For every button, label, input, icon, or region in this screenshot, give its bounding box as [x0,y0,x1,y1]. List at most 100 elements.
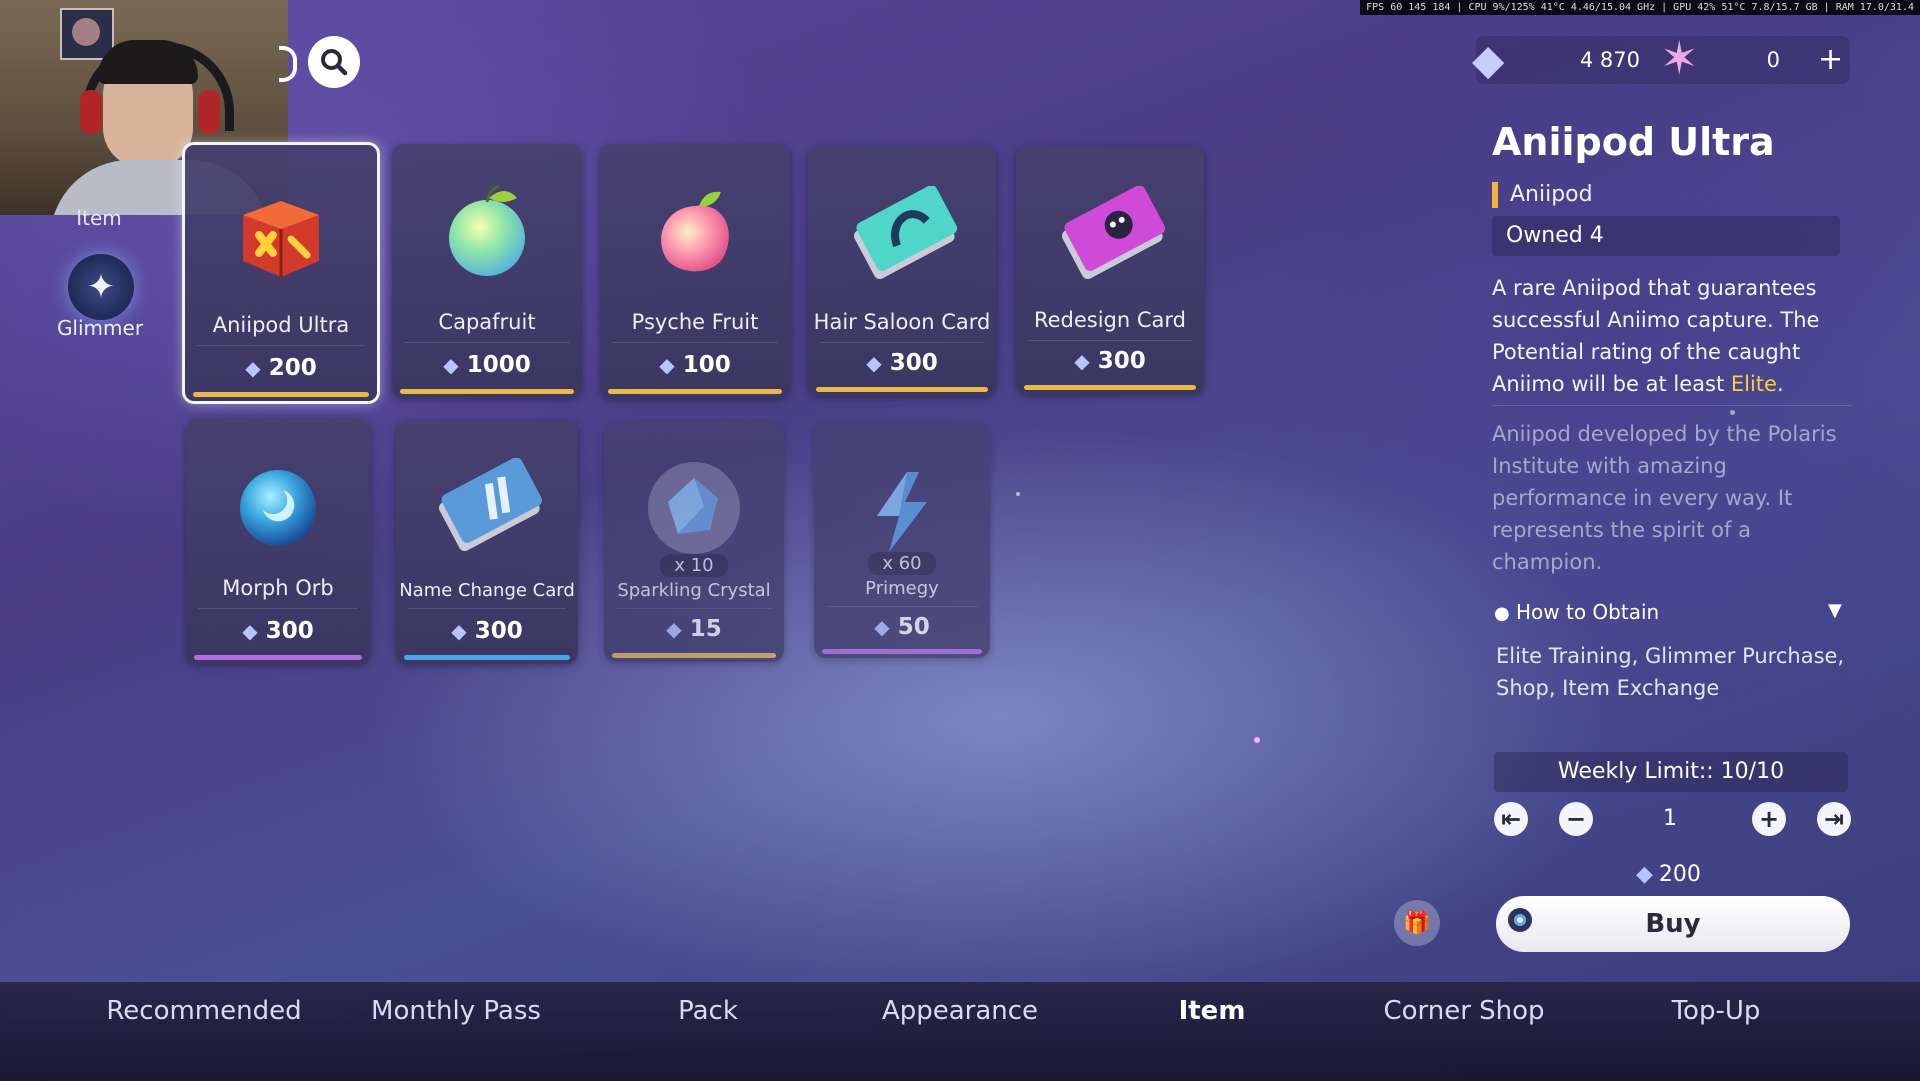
sparkle-decoration [1254,737,1260,743]
tab-corner-shop[interactable]: Corner Shop [1338,996,1590,1026]
item-name: Aniipod Ultra [212,313,350,337]
glimmer-nav-icon[interactable]: ✦ [68,254,134,320]
item-name: Sparkling Crystal [617,580,771,601]
shop-item-capafruit[interactable]: Capafruit ◆ 1000 [392,144,582,398]
crystal-icon: ◆ [659,353,675,377]
tab-item[interactable]: Item [1086,996,1338,1026]
capafruit-icon [449,184,525,276]
item-price: ◆ 1000 [443,352,531,378]
item-name: Primegy [865,578,939,599]
sparkle-decoration [1730,410,1735,415]
item-name: Name Change Card [399,580,575,601]
shop-item-aniipod-ultra[interactable]: Aniipod Ultra ◆ 200 [182,142,380,404]
item-price: ◆ 300 [866,350,938,376]
divider [1492,405,1852,406]
item-name: Psyche Fruit [631,310,759,334]
name-change-card-icon [438,458,543,552]
rarity-bar [1024,385,1196,390]
item-name: Hair Saloon Card [813,310,991,334]
rarity-bar [400,389,574,394]
crystal-icon: ◆ [1472,35,1505,84]
psyche-fruit-icon [661,191,729,272]
performance-stats-overlay: FPS 60 145 184 | CPU 9%/125% 41°C 4.46/1… [1360,0,1920,15]
quantity-min-button[interactable]: ⇤ [1494,802,1528,836]
crystal-icon: ◆ [866,351,882,375]
quantity-max-button[interactable]: ⇥ [1817,802,1851,836]
rarity-highlight: Elite [1730,372,1777,396]
crystal-icon: ◆ [443,353,459,377]
nav-item-label[interactable]: Item [68,206,130,230]
item-price: ◆ 300 [451,618,523,644]
sparkling-crystal-icon [648,462,740,554]
item-price: ◆ 300 [1074,348,1146,374]
location-pin-icon: ● [1494,603,1510,624]
glimmer-amount: 4 870 [1579,48,1640,72]
sparkle-decoration [1016,492,1020,496]
quantity-value[interactable]: 1 [1640,802,1700,836]
item-name: Capafruit [438,310,536,334]
item-price: ◆ 50 [874,614,930,640]
tab-top-up[interactable]: Top-Up [1590,996,1842,1026]
rarity-bar [608,389,782,394]
total-price: ◆ 200 [1636,862,1701,887]
shop-item-psyche-fruit[interactable]: Psyche Fruit ◆ 100 [600,144,790,398]
tab-appearance[interactable]: Appearance [834,996,1086,1026]
tab-monthly-pass[interactable]: Monthly Pass [330,996,582,1026]
primegy-icon [877,472,927,552]
sort-icon[interactable] [279,46,297,82]
item-price: ◆ 200 [245,355,317,381]
gift-icon: 🎁 [1403,910,1431,936]
rarity-bar [194,655,362,660]
tab-recommended[interactable]: Recommended [78,996,330,1026]
item-category-tag: Aniipod [1492,182,1593,208]
shop-item-sparkling-crystal[interactable]: x 10 Sparkling Crystal ◆ 15 [604,422,784,662]
shop-item-hair-saloon-card[interactable]: Hair Saloon Card ◆ 300 [808,146,996,396]
item-description: A rare Aniipod that guarantees successfu… [1492,276,1820,396]
gift-button[interactable]: 🎁 [1394,900,1440,946]
item-price: ◆ 300 [242,618,314,644]
chevron-down-icon[interactable]: ▼ [1828,600,1842,621]
how-to-obtain-toggle[interactable]: How to Obtain [1516,600,1659,624]
buy-label: Buy [1645,909,1701,939]
rarity-bar [816,387,988,392]
crystal-icon: ◆ [666,617,682,641]
quantity-plus-button[interactable]: + [1752,802,1786,836]
quantity-minus-button[interactable]: − [1559,802,1593,836]
buy-button[interactable]: Buy [1496,896,1850,952]
nav-glimmer-label[interactable]: Glimmer [50,316,150,340]
item-price: ◆ 15 [666,616,722,642]
crystal-icon: ◆ [1636,862,1653,887]
item-name: Redesign Card [1033,308,1187,332]
obtain-sources: Elite Training, Glimmer Purchase, Shop, … [1496,644,1845,700]
crystal-icon: ◆ [451,619,467,643]
shop-item-name-change-card[interactable]: Name Change Card ◆ 300 [396,420,578,664]
item-detail-title: Aniipod Ultra [1492,120,1775,164]
aniipod-ultra-icon [243,201,319,277]
tab-pack[interactable]: Pack [582,996,834,1026]
crystal-icon: ◆ [874,615,890,639]
item-lore: Aniipod developed by the Polaris Institu… [1492,422,1837,574]
star-amount: 0 [1766,48,1780,72]
star-icon: ✶ [1660,31,1699,85]
crystal-icon: ◆ [242,619,258,643]
crystal-icon: ◆ [1074,349,1090,373]
crystal-icon: ◆ [245,356,261,380]
rarity-bar [404,655,570,660]
item-name: Morph Orb [222,576,334,600]
search-button[interactable] [308,36,360,88]
redesign-card-icon [1061,186,1166,280]
rarity-bar [612,653,776,658]
search-icon [321,49,348,76]
weekly-limit: Weekly Limit:: 10/10 [1494,752,1848,792]
hair-saloon-card-icon [853,186,958,280]
item-price: ◆ 100 [659,352,731,378]
owned-count: Owned 4 [1492,216,1840,256]
item-quantity-badge: x 60 [814,552,990,575]
shop-item-redesign-card[interactable]: Redesign Card ◆ 300 [1016,146,1204,394]
shop-item-morph-orb[interactable]: Morph Orb ◆ 300 [186,418,370,664]
shop-item-primegy[interactable]: x 60 Primegy ◆ 50 [814,424,990,658]
item-quantity-badge: x 10 [604,554,784,577]
morph-orb-icon [240,470,316,546]
top-up-plus-button[interactable]: + [1818,36,1843,84]
rarity-bar [193,392,369,397]
